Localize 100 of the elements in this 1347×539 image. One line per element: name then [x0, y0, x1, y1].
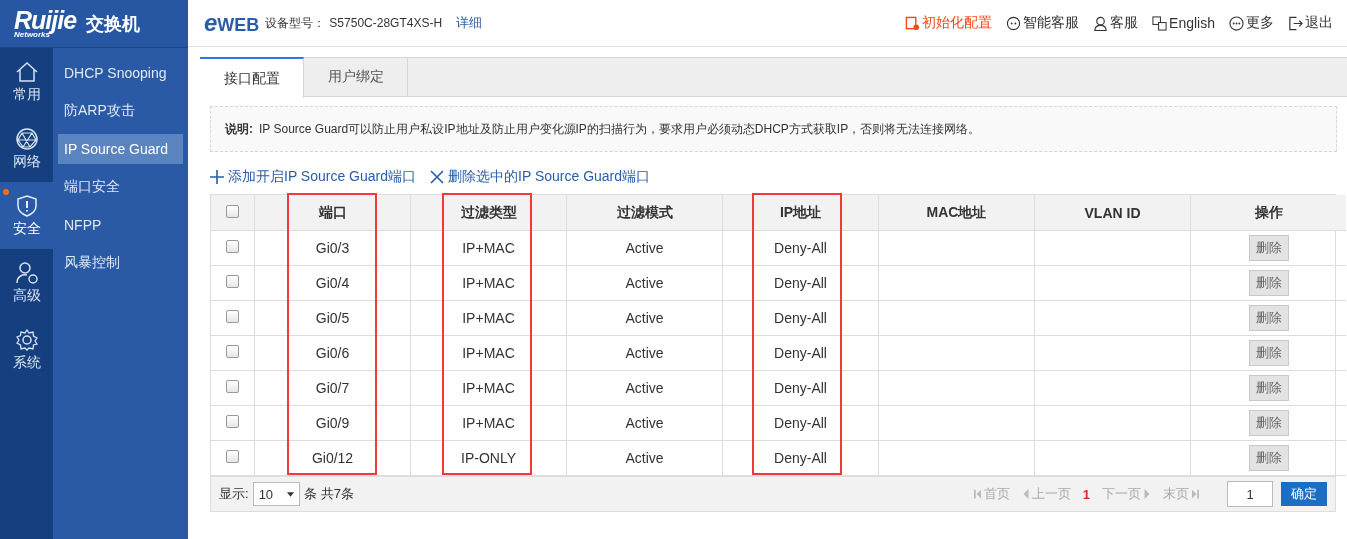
toolbar-link[interactable]: 添加开启IP Source Guard端口: [210, 168, 417, 186]
next-page-icon: [1144, 489, 1151, 499]
column-header: 操作: [1190, 195, 1346, 231]
submenu-item[interactable]: NFPP: [58, 210, 183, 240]
column-header: VLAN ID: [1034, 195, 1191, 231]
table-cell: IP+MAC: [410, 405, 567, 441]
page-input[interactable]: 1: [1227, 481, 1273, 507]
language-icon: [1152, 15, 1168, 31]
table-cell: IP+MAC: [410, 265, 567, 301]
more-icon: [1229, 15, 1244, 31]
home-icon: [14, 59, 39, 84]
table-cell: Deny-All: [722, 335, 879, 371]
table-cell: Active: [566, 335, 723, 371]
table-cell: Deny-All: [722, 405, 879, 441]
reset-icon: [905, 15, 921, 31]
user-gear-icon: [14, 260, 39, 285]
table-cell: IP-ONLY: [410, 440, 567, 476]
plus-icon: [210, 170, 224, 184]
delete-button[interactable]: 删除: [1248, 270, 1289, 296]
table-cell: Gi0/7: [254, 370, 411, 406]
submenu-item[interactable]: 防ARP攻击: [58, 96, 183, 126]
close-icon: [430, 170, 445, 184]
table-cell: Gi0/5: [254, 300, 411, 336]
model-label: 设备型号：: [265, 14, 326, 32]
delete-button[interactable]: 删除: [1248, 235, 1289, 261]
table-cell: Active: [566, 230, 723, 266]
eweb-logo: eWEB: [204, 9, 260, 37]
submenu-item[interactable]: DHCP Snooping: [58, 58, 183, 88]
row-checkbox[interactable]: [226, 450, 239, 463]
delete-button[interactable]: 删除: [1248, 445, 1289, 471]
row-checkbox[interactable]: [226, 415, 239, 428]
delete-button[interactable]: 删除: [1248, 340, 1289, 366]
table-cell: Gi0/4: [254, 265, 411, 301]
page-size-select[interactable]: 10: [252, 482, 301, 506]
table-cell: Active: [566, 370, 723, 406]
header-action[interactable]: 更多: [1229, 14, 1274, 32]
submenu-item[interactable]: 端口安全: [58, 172, 183, 202]
tab[interactable]: 接口配置: [200, 57, 304, 98]
caret-icon: [287, 491, 295, 497]
person-icon: [1093, 15, 1109, 31]
record-count: 条 共7条: [304, 485, 354, 503]
table-cell: IP+MAC: [410, 230, 567, 266]
nav-item[interactable]: 系统: [0, 316, 53, 383]
column-header: 过滤模式: [566, 195, 723, 231]
table-cell: Gi0/6: [254, 335, 411, 371]
alert-dot: [3, 189, 9, 195]
logo-text: Ruijie: [14, 8, 77, 33]
table-cell: IP+MAC: [410, 335, 567, 371]
row-checkbox[interactable]: [226, 275, 239, 288]
select-all-checkbox[interactable]: [226, 204, 239, 218]
column-header: 端口: [254, 195, 411, 231]
row-checkbox[interactable]: [226, 240, 239, 253]
globe-icon: [14, 126, 39, 151]
toolbar-link[interactable]: 删除选中的IP Source Guard端口: [430, 168, 651, 186]
delete-button[interactable]: 删除: [1248, 305, 1289, 331]
nav-item[interactable]: 常用: [0, 48, 53, 115]
submenu-item[interactable]: 风暴控制: [58, 248, 183, 278]
delete-button[interactable]: 删除: [1248, 410, 1289, 436]
nav-item[interactable]: 安全: [0, 182, 53, 249]
table-cell: Active: [566, 405, 723, 441]
page-size-label: 显示:: [219, 485, 249, 503]
submenu-item[interactable]: IP Source Guard: [58, 134, 183, 164]
product-name: 交换机: [86, 12, 141, 36]
note-label: 说明:: [225, 120, 253, 138]
table-cell: Active: [566, 440, 723, 476]
robot-icon: [1006, 15, 1022, 31]
row-checkbox[interactable]: [226, 310, 239, 323]
delete-button[interactable]: 删除: [1248, 375, 1289, 401]
header-action[interactable]: English: [1152, 15, 1215, 31]
table-cell: Deny-All: [722, 230, 879, 266]
table-cell: Deny-All: [722, 300, 879, 336]
confirm-button[interactable]: 确定: [1281, 482, 1327, 506]
tab[interactable]: 用户绑定: [304, 58, 408, 96]
prev-page-icon: [1021, 489, 1029, 499]
nav-item[interactable]: 高级: [0, 249, 53, 316]
logo-subtext: Networks: [14, 31, 50, 39]
model-value: S5750C-28GT4XS-H: [329, 16, 443, 30]
table-cell: Active: [566, 300, 723, 336]
table-cell: Gi0/12: [254, 440, 411, 476]
first-page-icon: [973, 489, 981, 499]
header-action[interactable]: 退出: [1288, 14, 1333, 32]
table-cell: Gi0/9: [254, 405, 411, 441]
table-cell: Deny-All: [722, 370, 879, 406]
header-action[interactable]: 客服: [1093, 14, 1139, 32]
column-header: IP地址: [722, 195, 879, 231]
nav-item[interactable]: 网络: [0, 115, 53, 182]
column-header: 过滤类型: [410, 195, 567, 231]
header-action[interactable]: 智能客服: [1006, 14, 1080, 32]
table-cell: Active: [566, 265, 723, 301]
shield-icon: [14, 193, 39, 218]
table-cell: Gi0/3: [254, 230, 411, 266]
detail-link[interactable]: 详细: [456, 14, 483, 32]
logout-icon: [1288, 15, 1303, 31]
row-checkbox[interactable]: [226, 380, 239, 393]
table-cell: Deny-All: [722, 440, 879, 476]
header-action[interactable]: 初始化配置: [905, 14, 993, 32]
last-page-icon: [1192, 489, 1199, 499]
row-checkbox[interactable]: [226, 345, 239, 358]
table-cell: IP+MAC: [410, 370, 567, 406]
column-header: MAC地址: [878, 195, 1035, 231]
